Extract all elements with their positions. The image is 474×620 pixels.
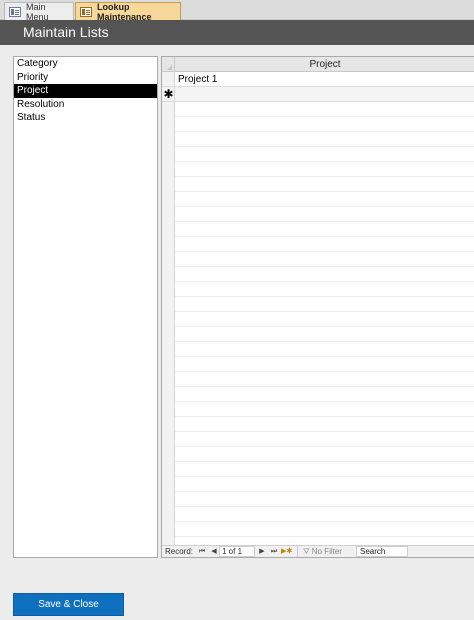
tab-main-menu[interactable]: Main Menu [4,1,74,22]
record-label: Record: [165,547,194,556]
last-record-icon[interactable]: ⏭ [269,546,279,557]
new-record-icon[interactable]: ▶✱ [281,546,292,557]
list-item-priority[interactable]: Priority [14,71,157,85]
list-item-status[interactable]: Status [14,111,157,125]
new-record-row[interactable] [175,87,474,102]
record-selector[interactable] [162,72,175,87]
previous-record-icon[interactable]: ◀ [209,546,219,557]
filter-label: No Filter [311,547,342,556]
datasheet-body: Project 1 [175,72,474,545]
new-record-selector[interactable]: ✱ [162,87,175,102]
first-record-icon[interactable]: ⏮ [197,546,207,557]
list-item-resolution[interactable]: Resolution [14,98,157,112]
select-all-corner[interactable] [162,57,175,72]
no-filter-button[interactable]: ⛛ No Filter [297,546,352,557]
column-header-project[interactable]: Project [175,57,474,72]
search-input[interactable]: Search [356,546,408,557]
page-title: Maintain Lists [23,24,109,40]
form-tab-icon [80,6,92,17]
save-close-button[interactable]: Save & Close [13,593,124,616]
record-selector-column: ✱ [162,72,175,545]
project-datasheet: Project ✱ Project 1 Record: ⏮ ◀ 1 of 1 ▶… [161,56,474,558]
tab-lookup-maintenance[interactable]: Lookup Maintenance [75,1,181,22]
list-item-project[interactable]: Project [14,84,157,98]
tab-label: Lookup Maintenance [97,1,152,22]
table-row[interactable]: Project 1 [175,72,474,87]
record-position-field[interactable]: 1 of 1 [219,546,255,557]
next-record-icon[interactable]: ▶ [257,546,267,557]
record-navigation-bar: Record: ⏮ ◀ 1 of 1 ▶ ⏭ ▶✱ ⛛ No Filter Sea… [162,545,474,557]
list-item-category[interactable]: Category [14,57,157,71]
filter-icon: ⛛ [303,547,310,556]
document-tab-strip: Main Menu Lookup Maintenance [0,0,474,22]
form-header: Maintain Lists [0,20,474,45]
datasheet-header: Project [162,57,474,72]
form-tab-icon [9,6,21,17]
tab-label: Main Menu [26,1,49,22]
lookup-list[interactable]: Category Priority Project Resolution Sta… [13,56,158,558]
